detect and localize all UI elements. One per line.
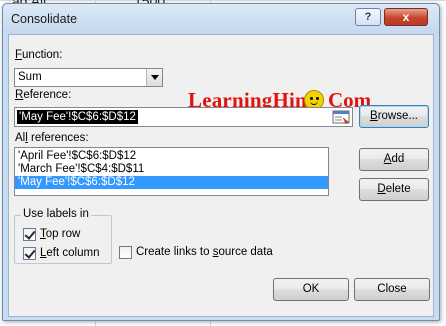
dialog-title: Consolidate	[11, 12, 78, 26]
reference-value: 'May Fee'!$C$6:$D$12	[17, 110, 138, 124]
add-button[interactable]: Add	[359, 148, 429, 171]
use-labels-group: Use labels in Top row Left column	[14, 208, 112, 264]
top-row-checkbox[interactable]	[23, 228, 36, 241]
all-references-label: All references:	[15, 132, 89, 144]
function-label: Function:	[15, 49, 63, 61]
consolidate-dialog: Consolidate ? x Function: Sum LearningHi…	[2, 3, 440, 321]
reference-label: Reference:	[15, 89, 72, 101]
create-links-checkbox[interactable]	[119, 246, 132, 259]
all-references-list[interactable]: 'April Fee'!$C$6:$D$12 'March Fee'!$C$4:…	[14, 147, 329, 196]
collapse-dialog-icon[interactable]	[332, 110, 350, 124]
help-button[interactable]: ?	[355, 8, 381, 26]
list-item[interactable]: 'March Fee'!$C$4:$D$11	[15, 163, 328, 176]
chevron-down-icon[interactable]	[146, 69, 162, 86]
top-row-label: Top row	[40, 228, 81, 240]
browse-button[interactable]: Browse...	[359, 105, 429, 128]
grid-line	[0, 0, 446, 1]
delete-button[interactable]: Delete	[359, 178, 429, 201]
left-column-label: Left column	[40, 247, 100, 259]
ok-button[interactable]: OK	[273, 278, 349, 301]
function-dropdown[interactable]: Sum	[14, 68, 163, 87]
title-bar[interactable]: Consolidate ? x	[3, 4, 439, 34]
function-value: Sum	[18, 71, 42, 83]
reference-input[interactable]: 'May Fee'!$C$6:$D$12	[14, 107, 353, 127]
close-button[interactable]: Close	[354, 278, 430, 301]
list-item[interactable]: 'April Fee'!$C$6:$D$12	[15, 150, 328, 163]
create-links-label: Create links to source data	[136, 246, 273, 258]
list-item-selected[interactable]: 'May Fee'!$C$6:$D$12	[15, 176, 328, 189]
close-window-button[interactable]: x	[384, 8, 428, 26]
use-labels-title: Use labels in	[21, 208, 91, 220]
dialog-body: Function: Sum LearningHints Com Referenc…	[8, 34, 434, 317]
left-column-checkbox[interactable]	[23, 247, 36, 260]
